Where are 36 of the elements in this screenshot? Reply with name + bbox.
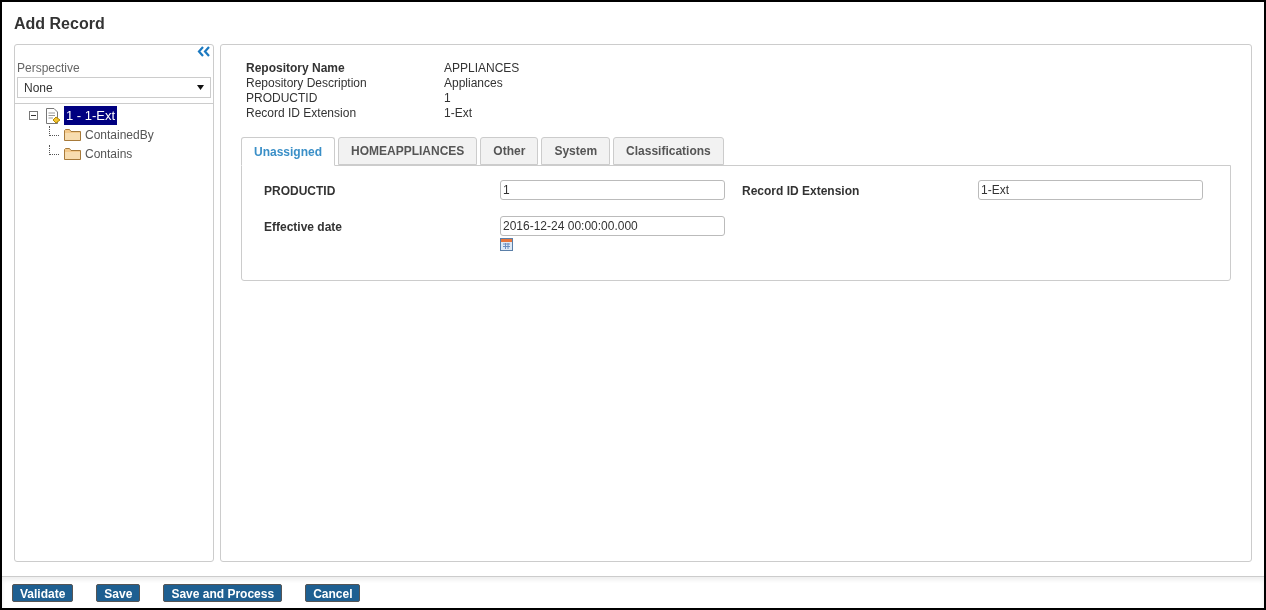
- action-button[interactable]: Save and Process: [163, 583, 283, 602]
- summary-label: Repository Name: [246, 61, 346, 76]
- tab[interactable]: System: [541, 137, 611, 165]
- folder-icon: [64, 147, 81, 160]
- tab[interactable]: Unassigned: [241, 137, 335, 166]
- summary-value: Appliances: [444, 76, 504, 91]
- summary-value: 1: [444, 91, 452, 106]
- collapse-icon[interactable]: [197, 46, 211, 57]
- tree-item[interactable]: ContainedBy: [84, 125, 155, 144]
- calendar-icon[interactable]: [500, 238, 513, 251]
- summary-value: 1-Ext: [444, 106, 473, 121]
- field-label: PRODUCTID: [264, 183, 337, 200]
- field-label: Record ID Extension: [742, 183, 861, 200]
- text-input[interactable]: 1: [500, 180, 725, 200]
- action-button[interactable]: Save: [96, 583, 141, 602]
- field-label: Effective date: [264, 219, 344, 236]
- tree-item[interactable]: Contains: [84, 144, 134, 163]
- tree-item[interactable]: 1 - 1-Ext: [64, 105, 118, 126]
- action-button[interactable]: Validate: [12, 583, 74, 602]
- text-input[interactable]: 2016-12-24 00:00:00.000: [500, 216, 725, 236]
- folder-icon: [64, 128, 81, 141]
- action-button[interactable]: Cancel: [305, 583, 361, 602]
- document-icon: [45, 107, 61, 124]
- summary-value: APPLIANCES: [444, 61, 521, 76]
- tab[interactable]: Other: [480, 137, 539, 165]
- summary-label: PRODUCTID: [246, 91, 319, 106]
- summary-label: Repository Description: [246, 76, 368, 91]
- collapse-toggle-icon[interactable]: [29, 111, 38, 120]
- text-input[interactable]: 1-Ext: [978, 180, 1203, 200]
- summary-label: Record ID Extension: [246, 106, 358, 121]
- page-title: Add Record: [13, 14, 106, 34]
- perspective-dropdown[interactable]: None: [17, 77, 211, 98]
- tab[interactable]: Classifications: [613, 137, 724, 165]
- perspective-label: Perspective: [16, 60, 81, 77]
- caret-icon: [197, 85, 204, 90]
- tab[interactable]: HOMEAPPLIANCES: [338, 137, 478, 165]
